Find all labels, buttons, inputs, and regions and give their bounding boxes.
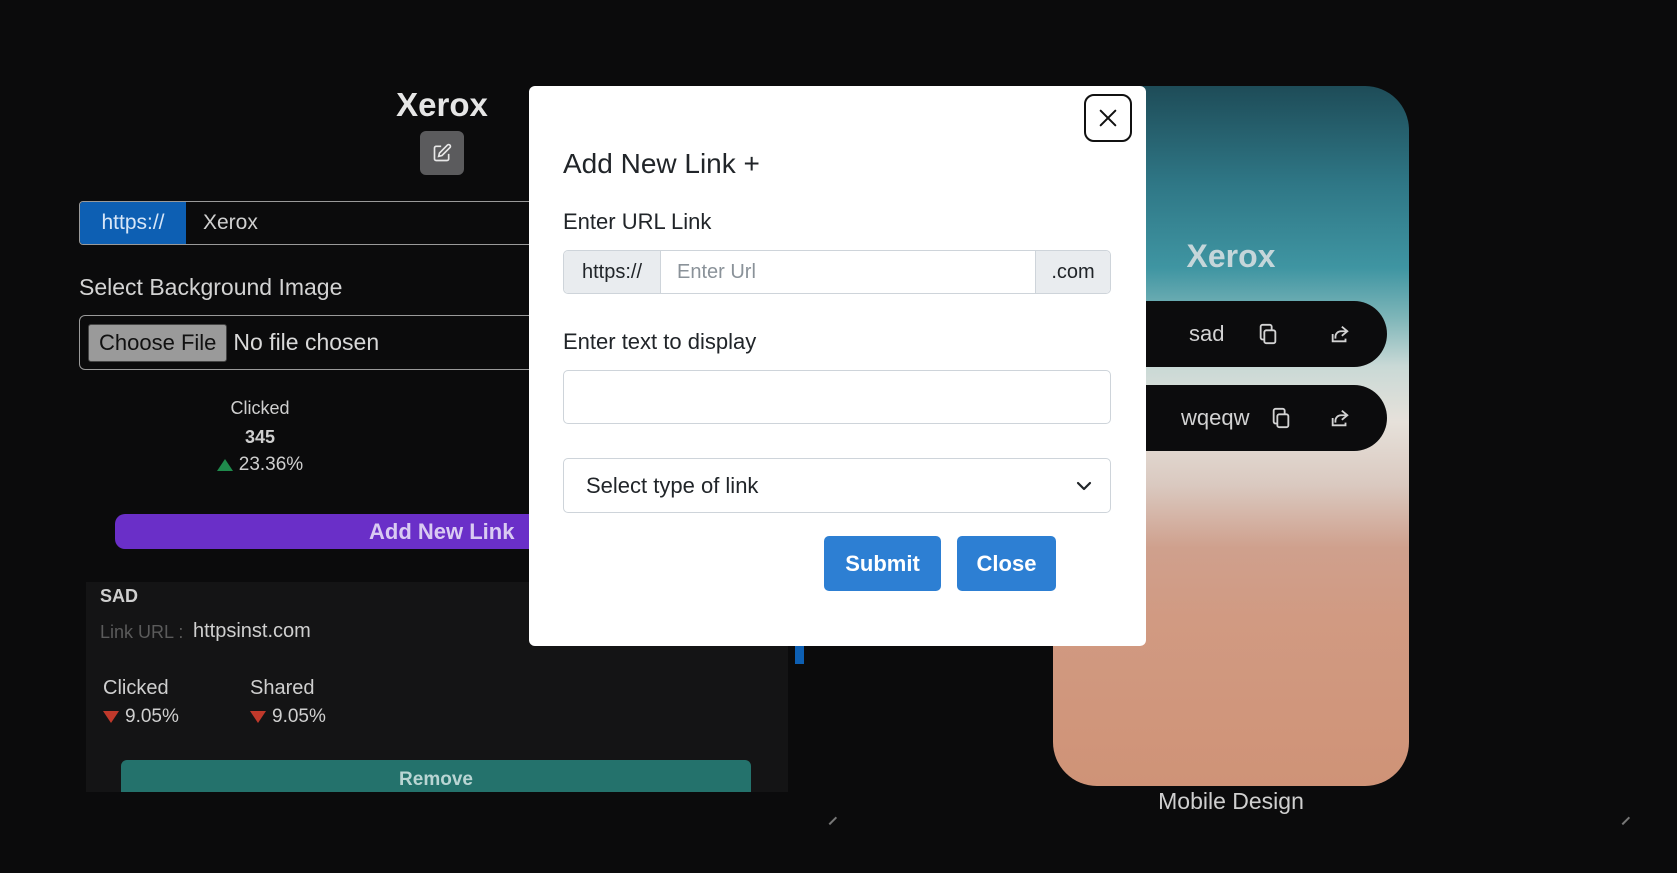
link-clicked-stat: Clicked 9.05% xyxy=(103,677,179,728)
copy-icon[interactable] xyxy=(1257,323,1279,345)
submit-button[interactable]: Submit xyxy=(824,536,941,591)
url-input-group: https:// .com xyxy=(563,250,1111,294)
url-prefix: https:// xyxy=(80,202,186,244)
display-text-input[interactable] xyxy=(563,370,1111,424)
mobile-design-label: Mobile Design xyxy=(1158,788,1304,814)
preview-link-text: wqeqw xyxy=(1181,405,1250,430)
close-icon xyxy=(1099,109,1117,127)
modal-title: Add New Link + xyxy=(563,148,760,179)
link-card-title: SAD xyxy=(100,586,139,606)
chevron-down-icon xyxy=(1076,481,1092,491)
link-clicked-change-value: 9.05% xyxy=(125,706,179,727)
trend-down-icon xyxy=(103,711,119,723)
url-input-suffix: .com xyxy=(1035,251,1110,293)
link-shared-change-value: 9.05% xyxy=(272,706,326,727)
link-clicked-change: 9.05% xyxy=(103,706,179,728)
copy-icon[interactable] xyxy=(1270,407,1292,429)
remove-link-button[interactable]: Remove xyxy=(121,760,751,792)
background-label: Select Background Image xyxy=(79,274,343,300)
clicked-stat: Clicked 345 23.36% xyxy=(200,398,320,476)
preview-link-text: sad xyxy=(1189,321,1225,346)
url-field-label: Enter URL Link xyxy=(563,209,712,234)
link-shared-stat: Shared 9.05% xyxy=(250,677,326,728)
link-url-value: httpsinst.com xyxy=(193,620,311,642)
stat-label: Clicked xyxy=(230,398,290,418)
share-icon[interactable] xyxy=(1329,407,1351,429)
link-clicked-label: Clicked xyxy=(103,677,169,699)
display-text-label: Enter text to display xyxy=(563,329,757,354)
modal-close-button[interactable] xyxy=(1084,94,1132,142)
url-input[interactable] xyxy=(661,251,1035,293)
trend-up-icon xyxy=(216,459,233,471)
link-type-select[interactable]: Select type of link xyxy=(563,458,1111,513)
url-input-prefix: https:// xyxy=(564,251,661,293)
choose-file-button[interactable]: Choose File xyxy=(88,323,228,362)
trend-down-icon xyxy=(250,711,266,723)
link-type-select-value: Select type of link xyxy=(586,472,759,498)
stat-change-value: 23.36% xyxy=(238,454,304,475)
stat-change: 23.36% xyxy=(200,454,320,476)
resize-handle-icon[interactable] xyxy=(1615,810,1631,826)
stat-value: 345 xyxy=(244,427,276,447)
edit-icon xyxy=(433,143,452,162)
link-url-label: Link URL : xyxy=(100,622,184,642)
link-shared-label: Shared xyxy=(250,677,315,699)
edit-profile-button[interactable] xyxy=(420,131,464,175)
add-link-modal: Add New Link + Enter URL Link https:// .… xyxy=(529,86,1146,646)
link-shared-change: 9.05% xyxy=(250,706,326,728)
close-button[interactable]: Close xyxy=(957,536,1056,591)
resize-handle-icon[interactable] xyxy=(822,810,838,826)
share-icon[interactable] xyxy=(1329,323,1351,345)
file-status: No file chosen xyxy=(233,329,380,355)
